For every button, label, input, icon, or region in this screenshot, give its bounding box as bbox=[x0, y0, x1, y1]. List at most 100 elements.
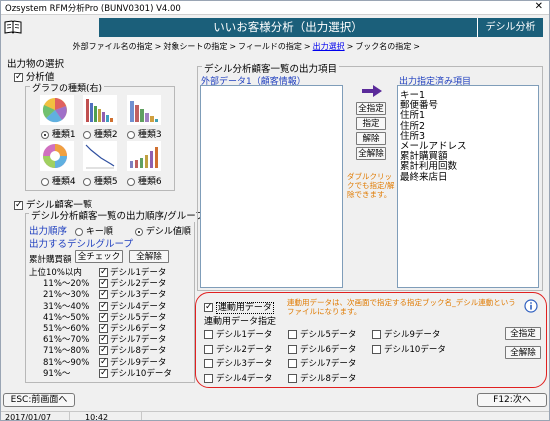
graph-type-2-radio[interactable] bbox=[83, 130, 91, 139]
graph-type-3-option[interactable]: 種類3 bbox=[127, 127, 162, 140]
selected-items-list[interactable]: キー1 郵便番号 住所1 住所2 住所3 メールアドレス 累計購買額 累計利用回数 最終来店日 bbox=[397, 85, 539, 288]
info-icon[interactable] bbox=[524, 299, 538, 313]
linked-data-label: 連動用データ bbox=[215, 302, 274, 314]
select-all-button[interactable]: 全指定 bbox=[356, 102, 386, 115]
linked-item-check[interactable] bbox=[204, 359, 213, 368]
graph-type-5-option[interactable]: 種類5 bbox=[83, 174, 118, 187]
graph-type-1-radio[interactable] bbox=[41, 130, 49, 139]
linked-data-note: 連動用データは、次画面で指定する指定ブック名_デシル連動というファイルになります… bbox=[287, 298, 516, 316]
header: いいお客様分析（出力選択） デシル分析 bbox=[1, 17, 549, 39]
linked-item-check[interactable] bbox=[288, 359, 297, 368]
decile-list-check[interactable] bbox=[14, 199, 23, 211]
linked-item-checkbox[interactable]: デシル4データ bbox=[204, 372, 272, 384]
linked-item-check[interactable] bbox=[288, 344, 297, 354]
remove-button[interactable]: 解除 bbox=[356, 132, 386, 145]
graph-type-3-radio[interactable] bbox=[127, 130, 135, 139]
linked-data-check[interactable] bbox=[204, 301, 213, 313]
linked-item-check[interactable] bbox=[204, 344, 213, 354]
app-window: Ozsystem RFM分析Pro (BUNV0301) V4.00 ✕ いいお… bbox=[0, 0, 550, 421]
linked-item-check[interactable] bbox=[372, 344, 381, 354]
linked-item-checkbox[interactable]: デシル3データ bbox=[204, 357, 272, 369]
selected-item[interactable]: 最終来店日 bbox=[400, 169, 448, 183]
uncheck-all-button[interactable]: 全解除 bbox=[129, 250, 169, 263]
decile-group-check[interactable] bbox=[99, 333, 108, 345]
close-icon[interactable]: ✕ bbox=[535, 1, 543, 12]
linked-item-checkbox[interactable]: デシル5データ bbox=[288, 328, 356, 340]
decile-group-checkbox[interactable]: デシル3データ bbox=[99, 288, 166, 300]
decile-order-group-title: デシル分析顧客一覧の出力順序/グループ bbox=[29, 208, 207, 222]
decile-group-checkbox[interactable]: デシル1データ bbox=[99, 266, 166, 278]
linked-item-label: デシル7データ bbox=[300, 359, 357, 369]
linked-item-check[interactable] bbox=[372, 330, 381, 339]
line-chart-thumbnail-icon[interactable] bbox=[83, 141, 117, 171]
graph-type-2-option[interactable]: 種類2 bbox=[83, 127, 118, 140]
linked-remove-all-button[interactable]: 全解除 bbox=[505, 346, 541, 359]
decile-group-check[interactable] bbox=[99, 300, 108, 312]
graph-type-6-radio[interactable] bbox=[127, 177, 135, 186]
linked-item-check[interactable] bbox=[288, 373, 297, 383]
graph-type-6-option[interactable]: 種類6 bbox=[127, 174, 162, 187]
graph-type-1-label: 種類1 bbox=[51, 130, 76, 140]
decile-group-checkbox[interactable]: デシル9データ bbox=[99, 356, 166, 368]
breadcrumb-separator: > bbox=[303, 42, 311, 51]
linked-item-checkbox[interactable]: デシル2データ bbox=[204, 343, 272, 355]
linked-item-checkbox[interactable]: デシル7データ bbox=[288, 357, 356, 369]
graph-type-5-radio[interactable] bbox=[83, 177, 91, 186]
pie-chart-thumbnail-icon[interactable] bbox=[40, 95, 74, 125]
linked-item-check[interactable] bbox=[204, 330, 213, 339]
order-key-radio[interactable] bbox=[75, 227, 83, 236]
breadcrumb-separator: > bbox=[346, 42, 354, 51]
status-time: 10:42 bbox=[85, 413, 109, 421]
arrow-right-icon bbox=[362, 85, 382, 97]
linked-item-checkbox[interactable]: デシル1データ bbox=[204, 328, 272, 340]
donut-chart-thumbnail-icon[interactable] bbox=[40, 141, 74, 171]
source-items-list[interactable] bbox=[200, 85, 343, 288]
linked-data-checkbox[interactable]: 連動用データ bbox=[204, 300, 274, 314]
linked-item-checkbox[interactable]: デシル8データ bbox=[288, 372, 356, 384]
linked-item-check[interactable] bbox=[204, 373, 213, 383]
bar-chart-thumbnail-icon[interactable] bbox=[83, 95, 117, 125]
decile-group-check[interactable] bbox=[99, 367, 108, 379]
linked-item-checkbox[interactable]: デシル10データ bbox=[372, 343, 446, 355]
decile-group-checkbox[interactable]: デシル10データ bbox=[99, 367, 172, 379]
stacked-bar-thumbnail-icon[interactable] bbox=[127, 95, 161, 125]
combo-chart-thumbnail-icon[interactable] bbox=[127, 141, 161, 171]
graph-type-4-radio[interactable] bbox=[41, 177, 49, 186]
select-button[interactable]: 指定 bbox=[356, 117, 386, 130]
decile-group-check[interactable] bbox=[99, 277, 108, 289]
distribution-check[interactable] bbox=[14, 71, 23, 83]
decile-group-checkbox[interactable]: デシル2データ bbox=[99, 277, 166, 289]
graph-type-1-option[interactable]: 種類1 bbox=[41, 127, 76, 140]
breadcrumb-item[interactable]: 外部ファイル名の指定 bbox=[73, 42, 153, 51]
decile-group-check[interactable] bbox=[99, 266, 108, 278]
decile-group-check[interactable] bbox=[99, 344, 108, 356]
breadcrumb-item[interactable]: 対象シートの指定 bbox=[163, 42, 227, 51]
breadcrumb-item[interactable]: ブック名の指定 bbox=[355, 42, 411, 51]
back-button[interactable]: ESC:前画面へ bbox=[3, 393, 75, 407]
graph-type-4-option[interactable]: 種類4 bbox=[41, 174, 76, 187]
remove-all-button[interactable]: 全解除 bbox=[356, 147, 386, 160]
linked-item-checkbox[interactable]: デシル9データ bbox=[372, 328, 440, 340]
check-all-button[interactable]: 全チェック bbox=[75, 250, 123, 263]
decile-group-checkbox[interactable]: デシル7データ bbox=[99, 333, 166, 345]
decile-group-check[interactable] bbox=[99, 311, 108, 323]
mode-label: デシル分析 bbox=[477, 18, 543, 37]
book-icon bbox=[4, 20, 22, 34]
decile-group-checkbox[interactable]: デシル8データ bbox=[99, 344, 166, 356]
breadcrumb-item[interactable]: 出力選択 bbox=[313, 42, 345, 51]
decile-group-check[interactable] bbox=[99, 322, 108, 334]
next-button[interactable]: F12:次へ bbox=[477, 393, 547, 407]
decile-group-check[interactable] bbox=[99, 356, 108, 368]
decile-group-checkbox[interactable]: デシル6データ bbox=[99, 322, 166, 334]
linked-item-check[interactable] bbox=[288, 330, 297, 339]
order-decile-radio[interactable] bbox=[135, 227, 143, 236]
decile-group-checkbox[interactable]: デシル5データ bbox=[99, 311, 166, 323]
cumulative-label: 累計購買額 bbox=[29, 255, 72, 265]
output-order-label: 出力順序 bbox=[29, 226, 68, 237]
decile-group-check[interactable] bbox=[99, 288, 108, 300]
decile-group-checkbox[interactable]: デシル4データ bbox=[99, 300, 166, 312]
breadcrumb-item[interactable]: フィールドの指定 bbox=[238, 42, 302, 51]
order-decile-option[interactable]: デシル値順 bbox=[135, 224, 191, 237]
linked-item-checkbox[interactable]: デシル6データ bbox=[288, 343, 356, 355]
linked-select-all-button[interactable]: 全指定 bbox=[505, 327, 541, 340]
